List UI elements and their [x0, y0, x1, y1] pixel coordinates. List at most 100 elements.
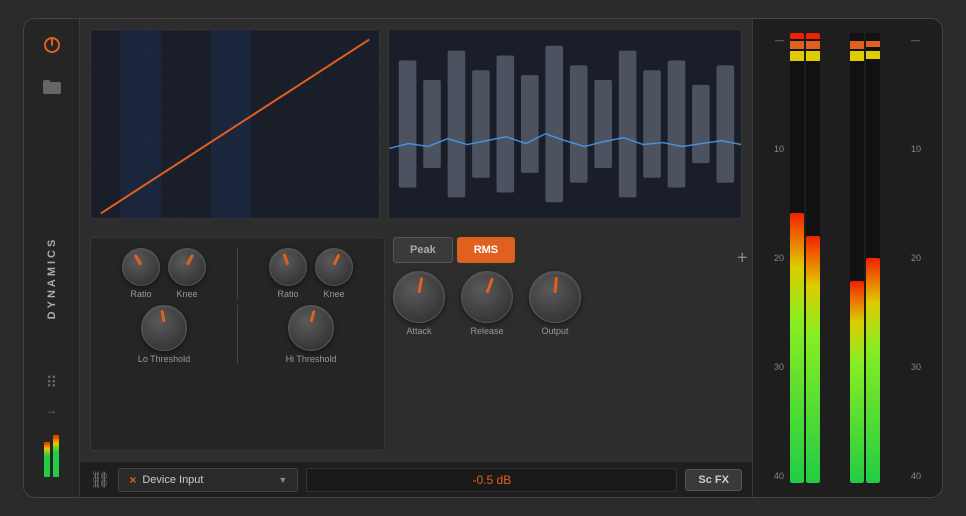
ch1-yellow-l [790, 51, 804, 61]
release-knob[interactable] [461, 271, 513, 323]
ch2-green-l [850, 281, 864, 484]
lo-threshold-knob[interactable] [141, 305, 187, 351]
lo-ratio-label: Ratio [130, 289, 151, 299]
meter-bars [788, 27, 907, 489]
hi-knee-label: Knee [323, 289, 344, 299]
plus-left-button[interactable]: + [733, 244, 752, 273]
scale-30: 30 [774, 362, 784, 372]
ch2-orange-l [850, 41, 864, 49]
bottom-row: Ratio Knee [90, 237, 742, 451]
ch1-bar-l [790, 33, 804, 483]
right-controls: Peak RMS Attack Release [393, 237, 742, 451]
bottom-bar: ⛓ × Device Input ▼ -0.5 dB Sc FX [80, 461, 752, 497]
lo-knee-label: Knee [176, 289, 197, 299]
ch2-bar-l [850, 33, 864, 483]
ch2-yellow-l [850, 51, 864, 61]
scale-20: 20 [774, 253, 784, 263]
mini-meters [40, 427, 63, 477]
ch1-green-l [790, 213, 804, 483]
device-x: × [129, 473, 136, 487]
top-row [90, 29, 742, 229]
ch1-orange-l [790, 41, 804, 49]
scale-r-20: 20 [911, 253, 921, 263]
waveform-svg [389, 30, 741, 218]
hi-ratio-knob[interactable] [269, 248, 307, 286]
waveform-panel [388, 29, 742, 219]
rms-button[interactable]: RMS [457, 237, 515, 263]
chain-icon[interactable]: ⛓ [90, 470, 110, 490]
meters-panel: + — 10 20 30 40 [752, 19, 942, 497]
hi-knee-group: Knee [315, 248, 353, 299]
channel-1 [790, 33, 846, 483]
plugin-container: DYNAMICS ⠿ → [23, 18, 943, 498]
dropdown-icon: ▼ [278, 475, 287, 485]
sc-fx-button[interactable]: Sc FX [685, 469, 742, 491]
dots-icon[interactable]: ⠿ [46, 373, 58, 393]
scale-minus: — [775, 35, 784, 45]
attack-knob[interactable] [393, 271, 445, 323]
ch1-orange-r [806, 41, 820, 49]
ch2-green-r [866, 258, 880, 483]
attack-group: Attack [393, 271, 445, 336]
ch2-orange-r [866, 41, 880, 47]
peak-button[interactable]: Peak [393, 237, 453, 263]
hi-threshold-knob[interactable] [288, 305, 334, 351]
hi-ratio-group: Ratio [269, 248, 307, 299]
folder-icon[interactable] [38, 73, 66, 101]
lo-knee-group: Knee [168, 248, 206, 299]
arrow-icon[interactable]: → [46, 403, 58, 417]
release-group: Release [461, 271, 513, 336]
lo-threshold-label: Lo Threshold [138, 354, 190, 364]
plugin-title: DYNAMICS [46, 237, 58, 320]
hi-knobs: Ratio Knee [246, 248, 376, 299]
plus-right-button[interactable]: + [941, 244, 943, 273]
threshold-row: Lo Threshold Hi Threshold [99, 305, 376, 364]
device-input-select[interactable]: × Device Input ▼ [118, 468, 298, 492]
power-icon[interactable] [38, 31, 66, 59]
channel-2 [850, 33, 906, 483]
scale-10: 10 [774, 144, 784, 154]
release-label: Release [470, 326, 503, 336]
hi-threshold-group: Hi Threshold [246, 305, 376, 364]
main-area: Ratio Knee [80, 19, 752, 497]
output-group: Output [529, 271, 581, 336]
output-label: Output [541, 326, 568, 336]
ch2-yellow-r [866, 51, 880, 59]
ch1-red-l [790, 33, 804, 39]
sidebar: DYNAMICS ⠿ → [24, 19, 80, 497]
scale-r-30: 30 [911, 362, 921, 372]
db-display: -0.5 dB [306, 468, 677, 492]
graph-panel [90, 29, 380, 219]
section-divider [237, 248, 238, 299]
attack-label: Attack [406, 326, 431, 336]
hi-threshold-label: Hi Threshold [286, 354, 337, 364]
meter-scale-left: — 10 20 30 40 [753, 27, 788, 489]
ch1-bar-r [806, 33, 820, 483]
hi-knee-knob[interactable] [315, 248, 353, 286]
scale-r-10: 10 [911, 144, 921, 154]
scale-r-40: 40 [911, 471, 921, 481]
mini-meter-1 [44, 442, 50, 477]
scale-r-minus: — [911, 35, 920, 45]
meter-scale-right: — 10 20 30 40 [907, 27, 942, 489]
lo-knobs: Ratio Knee [99, 248, 229, 299]
ch1-green-r [806, 236, 820, 484]
ch1-yellow-r [806, 51, 820, 61]
knob-top-row: Ratio Knee [99, 248, 376, 299]
content-area: Ratio Knee [80, 19, 752, 461]
peak-rms-row: Peak RMS [393, 237, 742, 263]
hi-ratio-label: Ratio [277, 289, 298, 299]
ch1-red-r [806, 33, 820, 39]
lo-ratio-group: Ratio [122, 248, 160, 299]
lo-knee-knob[interactable] [168, 248, 206, 286]
sidebar-bottom: ⠿ → [40, 373, 63, 485]
threshold-divider [237, 305, 238, 364]
graph-svg [91, 30, 379, 218]
mini-meter-2 [53, 435, 59, 477]
output-knob[interactable] [529, 271, 581, 323]
scale-40: 40 [774, 471, 784, 481]
lo-hi-section: Ratio Knee [90, 237, 385, 451]
lo-threshold-group: Lo Threshold [99, 305, 229, 364]
device-name: Device Input [142, 474, 203, 486]
lo-ratio-knob[interactable] [122, 248, 160, 286]
